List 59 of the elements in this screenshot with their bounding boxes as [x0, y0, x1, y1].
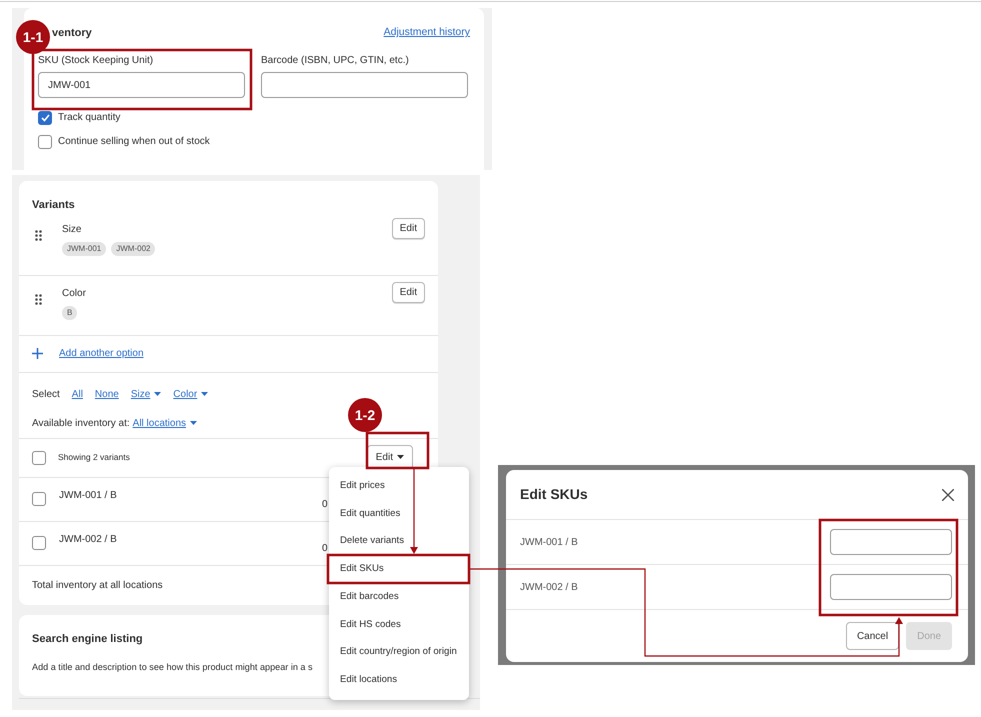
option-value-tag: JWM-001	[62, 242, 106, 256]
checkbox[interactable]	[32, 450, 46, 464]
drag-handle-icon[interactable]	[35, 230, 42, 240]
checkbox[interactable]	[32, 492, 46, 506]
edit-button[interactable]: Edit	[392, 218, 425, 238]
selection-count: Showing 2 variants	[58, 451, 131, 464]
menu-item[interactable]: Edit barcodes	[329, 583, 469, 611]
variant-name: JWM-001 / B	[59, 489, 118, 503]
description-text: Add a title and description to see how this product might appear in a s	[32, 661, 314, 674]
drag-handle-icon[interactable]	[35, 294, 42, 304]
variant-name: JWM-002 / B	[59, 533, 118, 547]
quantity-value: 0	[322, 498, 328, 512]
variant-name: JWM-001 / B	[520, 536, 578, 550]
menu-item[interactable]: Edit SKUs	[329, 555, 469, 584]
add-option-link[interactable]: Add another option	[59, 346, 144, 361]
adjustment-history-link[interactable]: Adjustment history	[384, 25, 470, 41]
cancel-button[interactable]: Cancel	[846, 622, 900, 650]
total-label: Total inventory at all locations	[32, 578, 163, 592]
menu-item[interactable]: Delete variants	[329, 528, 469, 556]
menu-item[interactable]: Edit prices	[329, 472, 469, 500]
menu-item[interactable]: Edit HS codes	[329, 610, 469, 639]
option-value-tag: B	[62, 306, 78, 320]
text-field[interactable]: JMW-001	[38, 72, 245, 98]
sku-field[interactable]	[830, 574, 952, 600]
checkbox-label: Continue selling when out of stock	[58, 135, 210, 149]
section-heading: ventory	[52, 26, 92, 41]
select-link[interactable]: Size	[130, 386, 162, 402]
locations-link[interactable]: All locations	[132, 416, 198, 430]
field-label: Barcode (ISBN, UPC, GTIN, etc.)	[261, 54, 410, 68]
menu-item[interactable]: Edit country/region of origin	[329, 638, 469, 667]
menu-item[interactable]: Edit quantities	[329, 500, 469, 528]
field-label: SKU (Stock Keeping Unit)	[38, 54, 154, 68]
option-name: Size	[62, 222, 82, 236]
checkbox[interactable]	[32, 536, 46, 550]
dialog-title: Edit SKUs	[520, 485, 588, 504]
variant-name: JWM-002 / B	[520, 580, 578, 594]
plus-icon	[32, 348, 43, 359]
section-heading: Search engine listing	[32, 632, 144, 646]
close-icon[interactable]	[942, 488, 954, 500]
text-field[interactable]	[261, 72, 468, 98]
select-link[interactable]: None	[94, 386, 119, 402]
sku-field[interactable]	[830, 529, 952, 555]
caret-icon	[397, 455, 404, 460]
edit-button[interactable]: Edit	[392, 282, 425, 302]
menu-item[interactable]: Edit locations	[329, 666, 469, 694]
quantity-value: 0	[322, 542, 328, 556]
checkbox[interactable]	[38, 134, 52, 148]
select-link[interactable]: Color	[173, 386, 208, 402]
option-name: Color	[62, 286, 87, 300]
caret-icon	[190, 420, 198, 425]
option-value-tag: JWM-002	[111, 242, 156, 256]
highlight-frame	[366, 432, 430, 470]
select-label: Select	[32, 388, 60, 402]
checkbox[interactable]	[38, 110, 52, 124]
select-link[interactable]: All	[72, 386, 83, 402]
section-heading: Variants	[32, 198, 76, 213]
checkbox-label: Track quantity	[58, 111, 120, 125]
check-icon	[40, 114, 50, 122]
inventory-label: Available inventory at:	[32, 416, 130, 430]
